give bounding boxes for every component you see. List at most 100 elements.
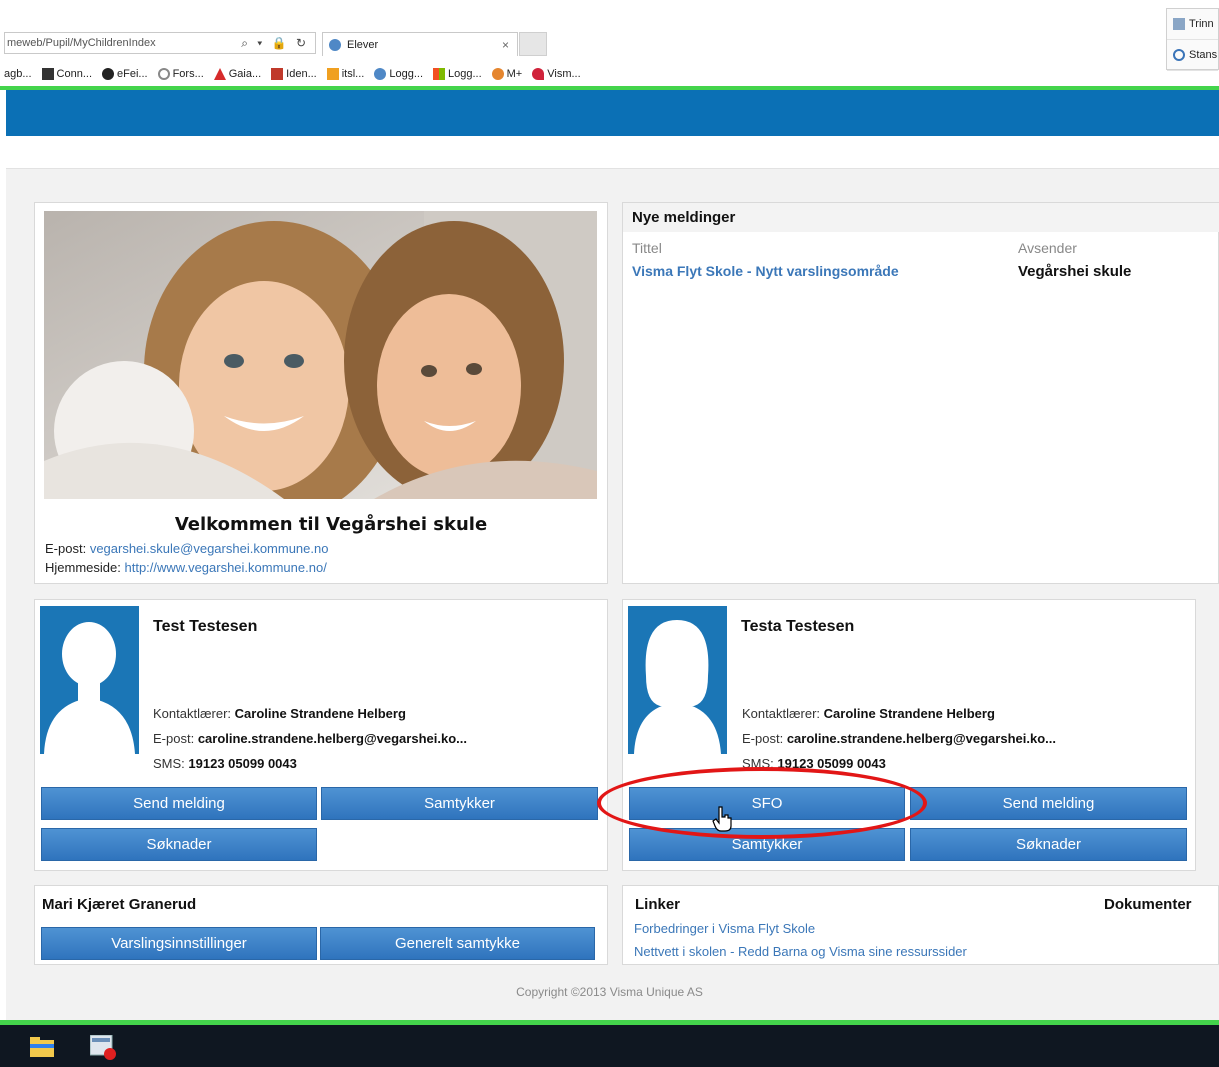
applications-button[interactable]: Søknader <box>910 828 1187 861</box>
tab-close-icon[interactable]: × <box>502 38 517 52</box>
send-message-button[interactable]: Send melding <box>910 787 1187 820</box>
messages-heading: Nye meldinger <box>632 209 736 226</box>
favorite-item[interactable]: agb... <box>4 66 32 82</box>
favorite-label: M+ <box>506 68 523 80</box>
column-title: Tittel <box>632 240 662 256</box>
logon-icon <box>374 68 387 80</box>
copyright-footer: Copyright ©2013 Visma Unique AS <box>516 985 703 999</box>
guardian-name: Mari Kjæret Granerud <box>42 896 197 913</box>
message-title-link[interactable]: Visma Flyt Skole - Nytt varslingsområde <box>632 263 899 279</box>
efeide-icon <box>102 68 114 80</box>
email-row: E-post: caroline.strandene.helberg@vegar… <box>153 731 467 746</box>
documents-heading: Dokumenter <box>1104 896 1192 913</box>
children-photo-image <box>44 211 597 499</box>
teacher-name: Caroline Strandene Helberg <box>234 706 406 721</box>
mplus-icon <box>491 68 504 80</box>
favorite-item[interactable]: Conn... <box>41 66 92 82</box>
browser-chrome: meweb/Pupil/MyChildrenIndex ⌕ ▾ 🔒 ↻ Elev… <box>0 0 1219 86</box>
new-tab-button[interactable] <box>519 32 547 56</box>
email-label: E-post: <box>742 731 784 746</box>
school-homepage-row: Hjemmeside: http://www.vegarshei.kommune… <box>45 560 327 575</box>
teacher-label: Kontaktlærer: <box>153 706 232 721</box>
pause-icon <box>1173 49 1185 61</box>
address-url[interactable]: meweb/Pupil/MyChildrenIndex <box>5 37 241 49</box>
notification-settings-button[interactable]: Varslingsinnstillinger <box>41 927 317 960</box>
steps-icon <box>1173 18 1185 30</box>
student-avatar <box>40 606 139 754</box>
school-photo <box>44 211 597 499</box>
favorite-label: eFei... <box>117 68 148 80</box>
popup-label: Stans <box>1189 49 1218 61</box>
general-consent-button[interactable]: Generelt samtykke <box>320 927 595 960</box>
teacher-row: Kontaktlærer: Caroline Strandene Helberg <box>153 706 406 721</box>
link-item[interactable]: Nettvett i skolen - Redd Barna og Visma … <box>634 944 967 959</box>
school-email-link[interactable]: vegarshei.skule@vegarshei.kommune.no <box>90 541 329 556</box>
student-avatar <box>628 606 727 754</box>
taskbar <box>0 1025 1219 1067</box>
favorite-item[interactable]: eFei... <box>102 66 148 82</box>
favorite-item[interactable]: M+ <box>491 66 523 82</box>
steps-recorder-taskbar-icon[interactable] <box>90 1035 118 1061</box>
student-name: Testa Testesen <box>741 618 855 635</box>
homepage-label: Hjemmeside: <box>45 560 121 575</box>
message-sender: Vegårshei skule <box>1018 263 1132 280</box>
favorite-item[interactable]: Fors... <box>157 66 204 82</box>
school-email-row: E-post: vegarshei.skule@vegarshei.kommun… <box>45 541 328 556</box>
favorite-label: itsl... <box>341 68 365 80</box>
gaia-icon <box>213 68 226 80</box>
sms-label: SMS: <box>153 756 185 771</box>
school-homepage-link[interactable]: http://www.vegarshei.kommune.no/ <box>124 560 326 575</box>
consents-button[interactable]: Samtykker <box>321 787 598 820</box>
steps-menu-item[interactable]: Trinn <box>1167 9 1218 40</box>
teacher-email: caroline.strandene.helberg@vegarshei.ko.… <box>786 731 1056 746</box>
browser-tab-elever[interactable]: Elever × <box>322 32 518 56</box>
favorite-label: Logg... <box>448 68 482 80</box>
hand-cursor-icon <box>712 806 732 832</box>
column-sender: Avsender <box>1018 240 1077 256</box>
favorite-label: Iden... <box>286 68 317 80</box>
visma-icon <box>532 68 545 80</box>
applications-button[interactable]: Søknader <box>41 828 317 861</box>
teacher-email: caroline.strandene.helberg@vegarshei.ko.… <box>197 731 467 746</box>
favorite-label: Logg... <box>389 68 423 80</box>
favorite-label: Fors... <box>172 68 204 80</box>
itslearning-icon <box>326 68 339 80</box>
email-label: E-post: <box>45 541 87 556</box>
favorite-label: Conn... <box>56 68 92 80</box>
girl-silhouette-icon <box>634 620 721 754</box>
messages-panel <box>622 202 1219 584</box>
recorder-popup: Trinn Stans <box>1166 8 1219 71</box>
sms-number: 19123 05099 0043 <box>188 756 297 771</box>
address-controls[interactable]: ⌕ ▾ 🔒 ↻ <box>241 36 315 51</box>
pause-menu-item[interactable]: Stans <box>1167 40 1218 71</box>
windows-icon <box>433 68 445 80</box>
favorite-label: agb... <box>4 68 32 80</box>
links-heading: Linker <box>635 896 681 913</box>
gear-flower-icon <box>157 68 170 80</box>
favorites-bar: agb... Conn... eFei... Fors... Gaia... I… <box>4 66 581 82</box>
favorite-item[interactable]: itsl... <box>326 66 365 82</box>
favorite-item[interactable]: Logg... <box>374 66 423 82</box>
link-item[interactable]: Forbedringer i Visma Flyt Skole <box>634 921 815 936</box>
favorite-item[interactable]: Gaia... <box>213 66 262 82</box>
connect-icon <box>41 68 54 80</box>
file-explorer-icon[interactable] <box>30 1037 54 1057</box>
address-bar[interactable]: meweb/Pupil/MyChildrenIndex ⌕ ▾ 🔒 ↻ <box>4 32 316 54</box>
student-name: Test Testesen <box>153 618 258 635</box>
email-row: E-post: caroline.strandene.helberg@vegar… <box>742 731 1056 746</box>
popup-label: Trinn <box>1189 18 1214 30</box>
site-header-bar <box>6 90 1219 136</box>
favorite-label: Gaia... <box>228 68 262 80</box>
favorite-label: Vism... <box>547 68 581 80</box>
identity-icon <box>271 68 284 80</box>
favorite-item[interactable]: Logg... <box>433 66 482 82</box>
red-highlight-ellipse <box>597 767 927 839</box>
favorite-item[interactable]: Vism... <box>532 66 581 82</box>
send-message-button[interactable]: Send melding <box>41 787 317 820</box>
teacher-row: Kontaktlærer: Caroline Strandene Helberg <box>742 706 995 721</box>
visma-tab-icon <box>329 38 341 51</box>
favorite-item[interactable]: Iden... <box>271 66 317 82</box>
tab-title: Elever <box>347 38 379 51</box>
email-label: E-post: <box>153 731 195 746</box>
boy-silhouette-icon <box>44 622 135 754</box>
